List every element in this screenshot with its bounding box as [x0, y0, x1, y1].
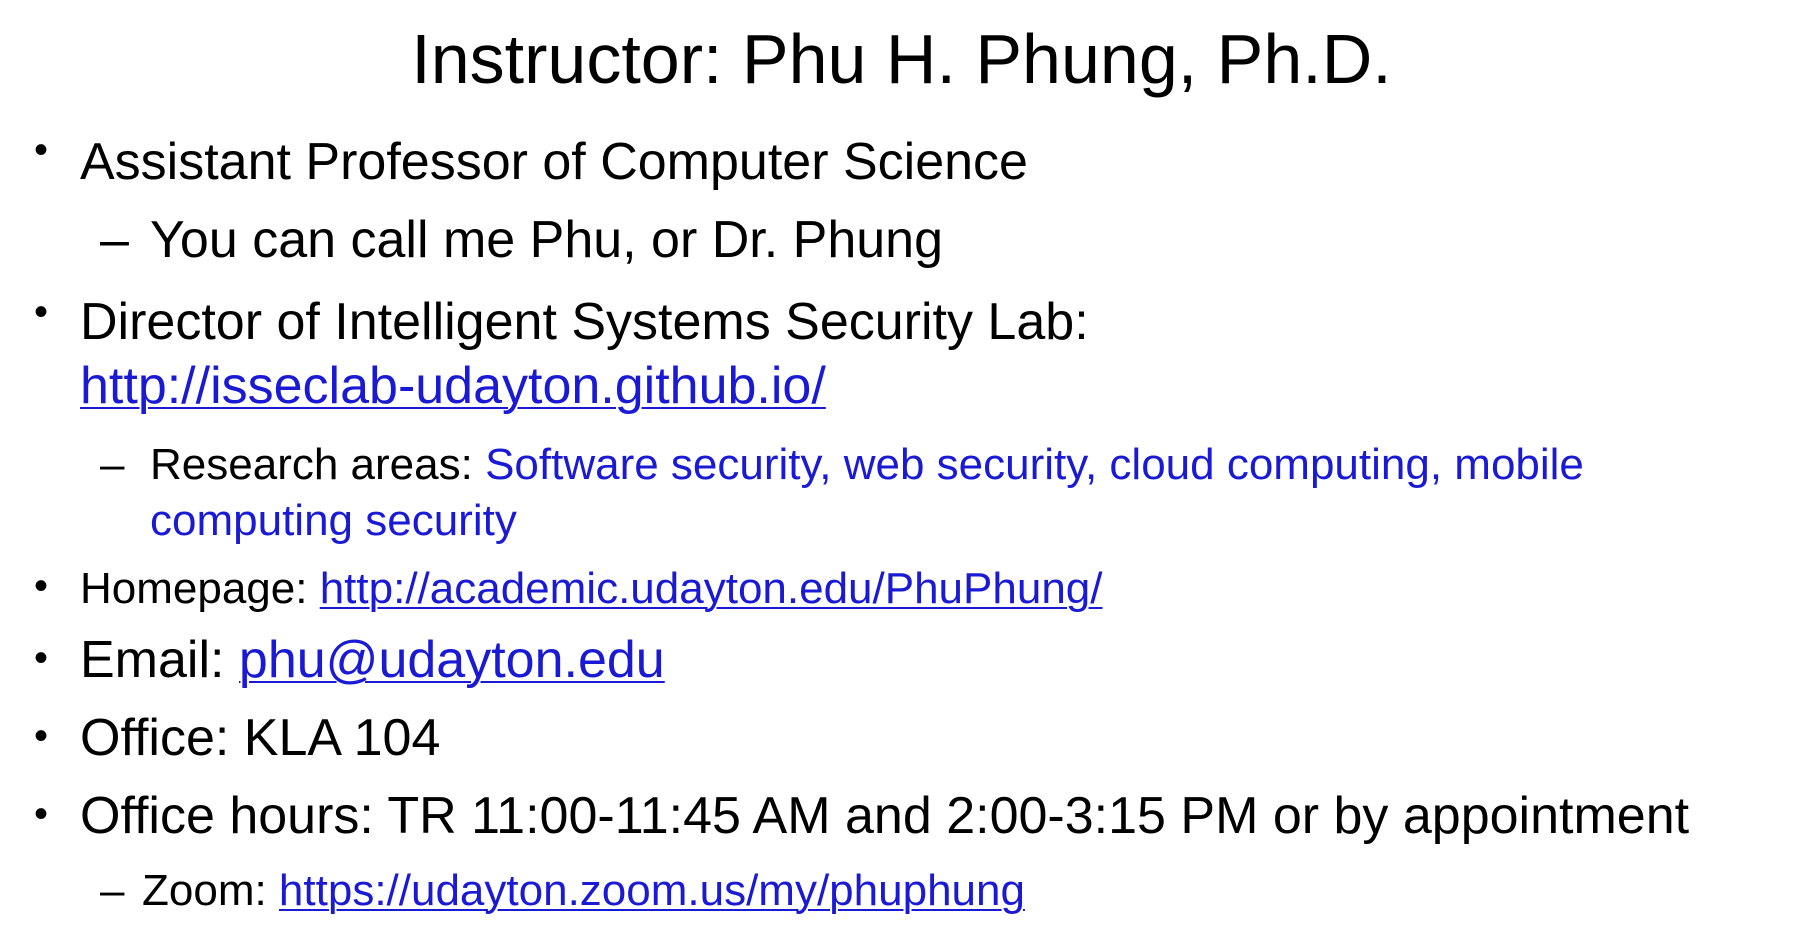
- zoom-link[interactable]: https://udayton.zoom.us/my/phuphung: [279, 866, 1025, 915]
- title-role: Assistant Professor of Computer Science: [80, 133, 1028, 191]
- bullet-icon: •: [34, 714, 49, 758]
- homepage-label: Homepage:: [80, 564, 320, 613]
- research-areas: Research areas: Software security, web s…: [150, 440, 1584, 490]
- research-areas-label: Research areas:: [150, 440, 486, 489]
- bullet-icon: •: [34, 128, 49, 172]
- research-areas-value-cont: computing security: [150, 496, 517, 545]
- dash-icon: –: [100, 211, 129, 269]
- bullet-icon: •: [34, 792, 49, 836]
- dash-icon: –: [100, 866, 125, 915]
- bullet-icon: •: [34, 636, 49, 680]
- call-me-note: You can call me Phu, or Dr. Phung: [150, 211, 943, 269]
- email-row: Email: phu@udayton.edu: [80, 630, 665, 690]
- lab-director: Director of Intelligent Systems Security…: [80, 293, 1089, 351]
- homepage-row: Homepage: http://academic.udayton.edu/Ph…: [80, 564, 1103, 614]
- homepage-link[interactable]: http://academic.udayton.edu/PhuPhung/: [320, 564, 1103, 613]
- zoom-label: Zoom:: [142, 866, 279, 915]
- research-areas-value: Software security, web security, cloud c…: [485, 440, 1584, 489]
- email-link[interactable]: phu@udayton.edu: [239, 631, 665, 689]
- zoom-row: Zoom: https://udayton.zoom.us/my/phuphun…: [142, 866, 1025, 916]
- dash-icon: –: [100, 440, 125, 489]
- slide-title: Instructor: Phu H. Phung, Ph.D.: [411, 20, 1392, 98]
- bullet-icon: •: [34, 564, 49, 608]
- bullet-icon: •: [34, 290, 49, 334]
- lab-link[interactable]: http://isseclab-udayton.github.io/: [80, 356, 826, 416]
- office-location: Office: KLA 104: [80, 709, 441, 767]
- office-hours: Office hours: TR 11:00-11:45 AM and 2:00…: [80, 787, 1690, 845]
- email-label: Email:: [80, 631, 239, 689]
